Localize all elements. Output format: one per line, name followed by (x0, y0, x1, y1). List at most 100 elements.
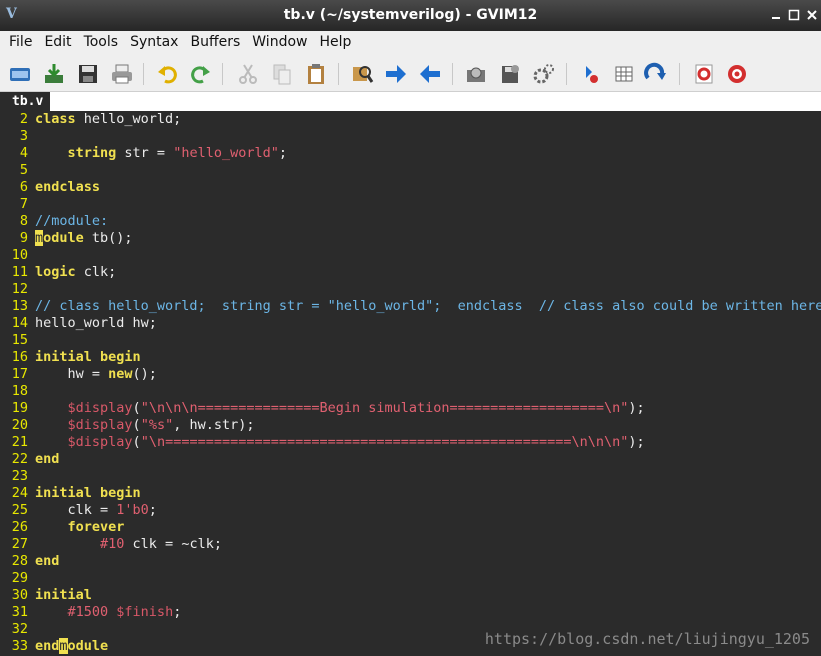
forward-arrow-icon[interactable] (384, 62, 408, 86)
text-cursor: m (59, 638, 68, 654)
code-line[interactable]: 13 // class hello_world; string str = "he… (0, 298, 821, 315)
line-number: 14 (11, 315, 28, 331)
save-icon[interactable] (76, 62, 100, 86)
line-number: 22 (11, 451, 28, 467)
code-line[interactable]: 3 (0, 128, 35, 145)
print-icon[interactable] (110, 62, 134, 86)
code-line[interactable]: 16 initial begin (0, 349, 141, 366)
undo-icon[interactable] (156, 62, 180, 86)
code-line[interactable]: 17 hw = new(); (0, 366, 157, 383)
watermark: https://blog.csdn.net/liujingyu_1205 (484, 630, 810, 648)
code-line[interactable]: 25 clk = 1'b0; (0, 502, 157, 519)
code-line[interactable]: 28 end (0, 553, 60, 570)
code-token: end (35, 638, 60, 654)
code-line[interactable]: 32 (0, 621, 35, 638)
paste-icon[interactable] (304, 62, 328, 86)
line-code: clk = 1'b0; (28, 502, 157, 519)
code-line[interactable]: 33 endmodule (0, 638, 108, 655)
line-number: 12 (11, 281, 28, 297)
jump-tag-icon[interactable] (644, 62, 668, 86)
load-session-icon[interactable] (464, 62, 488, 86)
code-editor[interactable]: 2 class hello_world; 3 4 string str = "hell… (0, 111, 821, 656)
open-icon[interactable] (8, 62, 32, 86)
code-token: $display (67, 400, 133, 416)
tab-tb-v[interactable]: tb.v (0, 92, 50, 111)
code-token: ( (132, 400, 141, 416)
menu-help[interactable]: Help (313, 34, 357, 50)
code-line[interactable]: 6 endclass (0, 179, 100, 196)
code-token: 1'b0 (116, 502, 149, 518)
line-code: string str = "hello_world"; (28, 145, 288, 162)
code-line[interactable]: 24 initial begin (0, 485, 141, 502)
code-line[interactable]: 7 (0, 196, 35, 213)
code-line[interactable]: 23 (0, 468, 35, 485)
code-token: end (35, 451, 60, 467)
cut-icon[interactable] (236, 62, 260, 86)
line-number: 4 (19, 145, 28, 161)
code-line[interactable]: 18 (0, 383, 35, 400)
menu-tools[interactable]: Tools (78, 34, 125, 50)
code-token: ; (148, 502, 157, 518)
line-code: module tb(); (28, 230, 133, 247)
code-line[interactable]: 21 $display("\n=========================… (0, 434, 645, 451)
line-code: endclass (28, 179, 100, 196)
line-number: 15 (11, 332, 28, 348)
menu-buffers[interactable]: Buffers (184, 34, 246, 50)
toolbar-separator (222, 63, 223, 85)
line-number: 9 (19, 230, 28, 246)
code-line[interactable]: 27 #10 clk = ~clk; (0, 536, 222, 553)
back-arrow-icon[interactable] (418, 62, 442, 86)
run-script-icon[interactable] (532, 62, 556, 86)
code-line[interactable]: 19 $display("\n\n\n===============Begin … (0, 400, 645, 417)
code-line[interactable]: 9 module tb(); (0, 230, 133, 247)
help-icon[interactable] (692, 62, 716, 86)
redo-icon[interactable] (188, 62, 212, 86)
code-line[interactable]: 14 hello_world hw; (0, 315, 157, 332)
code-token: odule (67, 638, 109, 654)
line-code: //module: (28, 213, 108, 230)
menu-edit[interactable]: Edit (38, 34, 77, 50)
window-title: tb.v (~/systemverilog) - GVIM12 (283, 7, 538, 23)
code-token: forever (67, 519, 125, 535)
code-line[interactable]: 29 (0, 570, 35, 587)
save-session-icon[interactable] (498, 62, 522, 86)
copy-icon[interactable] (270, 62, 294, 86)
code-token: ; (278, 145, 288, 161)
code-line[interactable]: 30 initial (0, 587, 92, 604)
text-cursor: m (35, 230, 44, 246)
code-line[interactable]: 26 forever (0, 519, 125, 536)
code-line[interactable]: 15 (0, 332, 35, 349)
minimize-icon[interactable] (770, 9, 782, 21)
menu-file[interactable]: File (0, 34, 38, 50)
code-line[interactable]: 5 (0, 162, 35, 179)
maximize-icon[interactable] (788, 9, 800, 21)
code-line[interactable]: 22 end (0, 451, 60, 468)
code-line[interactable]: 10 (0, 247, 35, 264)
code-line[interactable]: 11 logic clk; (0, 264, 117, 281)
menu-window[interactable]: Window (246, 34, 313, 50)
code-line[interactable]: 4 string str = "hello_world"; (0, 145, 287, 162)
toolbar-separator (143, 63, 144, 85)
line-code: hw = new(); (28, 366, 157, 383)
menu-syntax[interactable]: Syntax (124, 34, 184, 50)
save-download-icon[interactable] (42, 62, 66, 86)
line-number: 27 (11, 536, 28, 552)
code-line[interactable]: 20 $display("%s", hw.str); (0, 417, 255, 434)
tab-line: tb.v (0, 92, 821, 111)
find-help-icon[interactable] (725, 62, 749, 86)
code-line[interactable]: 31 #1500 $finish; (0, 604, 182, 621)
line-number: 24 (11, 485, 28, 501)
code-line[interactable]: 8 //module: (0, 213, 108, 230)
line-number: 6 (19, 179, 28, 195)
make-icon[interactable] (578, 62, 602, 86)
find-replace-icon[interactable] (350, 62, 374, 86)
table-icon[interactable] (612, 62, 636, 86)
code-line[interactable]: 12 (0, 281, 35, 298)
code-line[interactable]: 2 class hello_world; (0, 111, 181, 128)
close-icon[interactable] (806, 9, 818, 21)
code-token: "\n\n\n===============Begin simulation==… (140, 400, 629, 416)
